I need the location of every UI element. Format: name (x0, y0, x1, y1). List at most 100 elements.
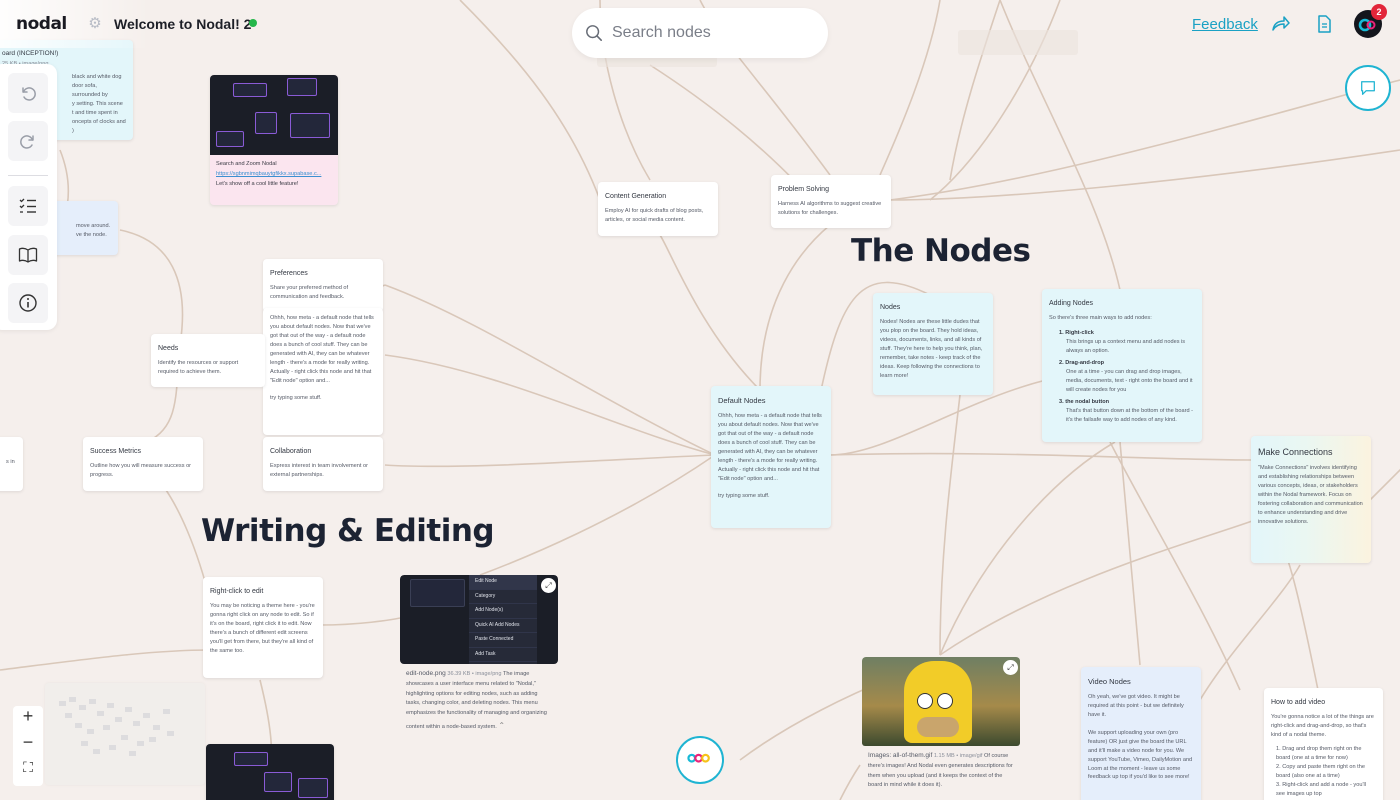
expand-icon[interactable]: ⤢ (1003, 660, 1018, 675)
thumb-card (233, 83, 267, 97)
document-icon[interactable] (1314, 14, 1334, 34)
minimap-node (103, 725, 110, 730)
context-menu-item: Add Task (469, 648, 537, 662)
list-item: 3. Right-click and add a node - you'll s… (1276, 781, 1366, 797)
list-item-body: This brings up a context menu and add no… (1066, 339, 1186, 354)
minimap-node (133, 721, 140, 726)
node-file-meta: 36.39 KB • image/png (447, 671, 502, 677)
node-collaboration[interactable]: Collaboration Express interest in team i… (263, 437, 383, 491)
node-success-metrics[interactable]: Success Metrics Outline how you will mea… (83, 437, 203, 491)
node-title: Right-click to edit (210, 588, 264, 595)
node-image-partial[interactable] (206, 744, 334, 800)
thumb-card (255, 112, 277, 134)
tasks-button[interactable] (8, 186, 48, 226)
node-title: How to add video (1271, 699, 1326, 706)
node-title: Video Nodes (1088, 677, 1131, 686)
node-default-nodes[interactable]: Default Nodes Ohhh, how meta - a default… (711, 386, 831, 528)
thumb-card (216, 131, 244, 147)
guide-button[interactable] (8, 235, 48, 275)
minimap[interactable] (45, 683, 205, 785)
thumb-card (264, 772, 292, 792)
node-nodes[interactable]: Nodes Nodes! Nodes are these little dude… (873, 293, 993, 395)
node-body: Oh yeah, we've got video. It might be re… (1088, 694, 1193, 781)
minimap-node (81, 741, 88, 746)
node-default-small[interactable]: Ohhh, how meta - a default node that tel… (263, 308, 383, 435)
node-thumbnail: Edit Node Category Add Node(s) Quick AI … (400, 575, 558, 664)
search-input[interactable] (612, 20, 812, 46)
list-item-title: 2. Drag-and-drop (1059, 359, 1105, 366)
minimap-node (97, 711, 104, 716)
thumb-card (290, 113, 330, 138)
settings-icon[interactable]: ⚙ (86, 15, 104, 33)
minimap-node (87, 729, 94, 734)
node-body: Express interest in team involvement or … (270, 463, 368, 479)
node-title: Adding Nodes (1049, 300, 1093, 307)
nodal-logo[interactable]: nodal (16, 14, 67, 34)
node-body: Ohhh, how meta - a default node that tel… (718, 413, 822, 500)
expand-icon[interactable]: ⤢ (541, 578, 556, 593)
list-item: 2. Copy and paste them right on the boar… (1276, 763, 1365, 779)
node-right-click-edit[interactable]: Right-click to edit You may be noticing … (203, 577, 323, 678)
share-icon[interactable] (1270, 14, 1290, 34)
node-search-zoom[interactable]: Search and Zoom Nodal https://sgbnmimqba… (210, 75, 338, 205)
edge (0, 649, 211, 671)
zoom-controls: + − ⛶ (13, 706, 43, 786)
minimap-node (59, 701, 66, 706)
board-title[interactable]: Welcome to Nodal! 2 (114, 16, 251, 32)
node-body: Nodes! Nodes are these little dudes that… (880, 319, 983, 379)
context-menu-item: Quick AI Add Nodes (469, 619, 537, 633)
minimap-node (109, 745, 116, 750)
info-button[interactable] (8, 283, 48, 323)
node-preferences[interactable]: Preferences Share your preferred method … (263, 259, 383, 312)
info-icon (19, 294, 37, 312)
node-problem-solving[interactable]: Problem Solving Harness AI algorithms to… (771, 175, 891, 228)
edge (384, 354, 716, 456)
thumb-card (298, 778, 328, 798)
node-needs[interactable]: Needs Identify the resources or support … (151, 334, 265, 387)
edge (384, 284, 716, 456)
node-video-nodes[interactable]: Video Nodes Oh yeah, we've got video. It… (1081, 667, 1201, 800)
nodal-add-button[interactable] (676, 736, 724, 784)
node-make-connections[interactable]: Make Connections "Make Connections" invo… (1251, 436, 1371, 563)
node-thumbnail: ⤢ (862, 657, 1020, 746)
status-dot (249, 19, 257, 27)
board-canvas[interactable]: The Nodes Writing & Editing oard (INCEPT… (0, 0, 1400, 800)
node-title: Make Connections (1258, 447, 1333, 457)
node-file-meta: 1.15 MB • image/gif (933, 753, 983, 759)
context-menu-item: Add Node(s) (469, 604, 537, 619)
fit-view-button[interactable]: ⛶ (13, 759, 43, 785)
node-edit-node-image[interactable]: Edit Node Category Add Node(s) Quick AI … (400, 575, 558, 760)
redo-button[interactable] (8, 121, 48, 161)
edge (119, 229, 184, 346)
zoom-out-button[interactable]: − (13, 732, 43, 758)
node-title: Preferences (270, 270, 308, 277)
left-toolbar (0, 64, 57, 330)
node-adding-nodes[interactable]: Adding Nodes So there's three main ways … (1042, 289, 1202, 442)
edge (479, 454, 716, 576)
zoom-in-button[interactable]: + (13, 706, 43, 732)
search-icon (586, 25, 603, 42)
collapse-icon[interactable]: ⌃ (498, 721, 505, 730)
minimap-node (167, 731, 174, 736)
search-bar[interactable] (572, 8, 828, 58)
top-bar: nodal ⚙ Welcome to Nodal! 2 Feedback 2 (0, 0, 1400, 58)
undo-button[interactable] (8, 73, 48, 113)
minimap-node (153, 725, 160, 730)
chat-button[interactable] (1345, 65, 1391, 111)
node-left-edge[interactable]: s in (0, 437, 23, 491)
thumb-card (234, 752, 268, 766)
list-item-body: That's that button down at the bottom of… (1066, 407, 1194, 423)
node-file-label: oard (INCEPTION!) (2, 50, 59, 57)
node-body: So there's three main ways to add nodes: (1049, 315, 1152, 322)
node-link[interactable]: https://sgbnmimqbauytgfikkx.supabase.c..… (216, 171, 321, 177)
node-thumbnail (210, 75, 338, 155)
feedback-link[interactable]: Feedback (1192, 16, 1258, 33)
node-body: s in (6, 459, 15, 465)
node-images-gif[interactable]: ⤢ Images: all-of-them.gif 1.15 MB • imag… (862, 657, 1020, 800)
node-title: Default Nodes (718, 396, 766, 405)
node-content-generation[interactable]: Content Generation Employ AI for quick d… (598, 182, 718, 236)
node-title: Content Generation (605, 193, 667, 200)
node-how-to-add-video[interactable]: How to add video You're gonna notice a l… (1264, 688, 1383, 800)
minimap-node (125, 707, 132, 712)
minimap-node (143, 713, 150, 718)
